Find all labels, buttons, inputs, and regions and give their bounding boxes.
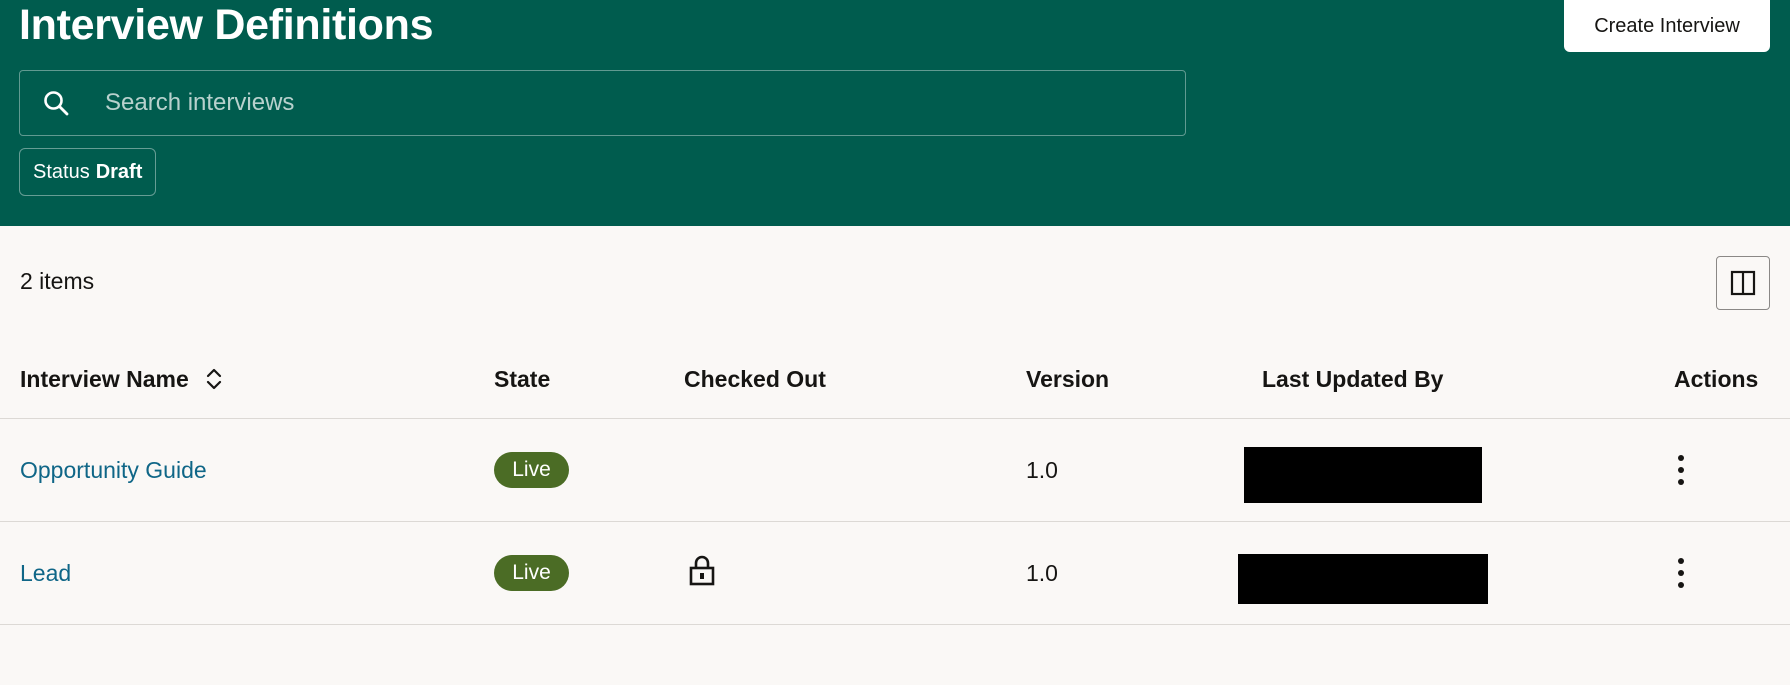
column-header-last-updated-by: Last Updated By	[1262, 366, 1444, 392]
state-badge: Live	[494, 555, 569, 591]
search-icon	[42, 89, 70, 117]
filter-label: Status	[33, 160, 90, 183]
filter-value: Draft	[95, 160, 143, 183]
lock-icon	[688, 554, 716, 586]
redacted-user	[1244, 447, 1482, 503]
row-divider	[0, 521, 1790, 522]
interview-name-link[interactable]: Opportunity Guide	[20, 456, 207, 484]
column-label: Interview Name	[20, 366, 189, 392]
page-title: Interview Definitions	[19, 1, 434, 49]
column-header-interview-name[interactable]: Interview Name	[20, 365, 223, 393]
actions-menu-button[interactable]	[1666, 450, 1696, 490]
sort-icon[interactable]	[205, 366, 223, 392]
page-header: Interview Definitions Create Interview S…	[0, 0, 1790, 226]
redacted-user	[1238, 554, 1488, 604]
status-filter-chip[interactable]: Status Draft	[19, 148, 157, 196]
interview-name-link[interactable]: Lead	[20, 559, 71, 587]
version-cell: 1.0	[1026, 560, 1058, 586]
actions-menu-button[interactable]	[1666, 553, 1696, 593]
column-header-actions: Actions	[1674, 366, 1759, 392]
column-header-checked-out: Checked Out	[684, 366, 826, 392]
search-input[interactable]	[105, 71, 1185, 135]
item-count: 2 items	[20, 268, 95, 294]
column-header-state: State	[494, 366, 551, 392]
row-divider	[0, 624, 1790, 625]
search-box[interactable]	[19, 70, 1186, 136]
state-badge: Live	[494, 452, 569, 488]
split-panel-icon	[1730, 270, 1756, 296]
create-interview-button[interactable]: Create Interview	[1564, 0, 1770, 52]
version-cell: 1.0	[1026, 457, 1058, 483]
toggle-panel-button[interactable]	[1716, 256, 1770, 310]
header-divider	[0, 418, 1790, 419]
column-header-version: Version	[1026, 366, 1110, 392]
